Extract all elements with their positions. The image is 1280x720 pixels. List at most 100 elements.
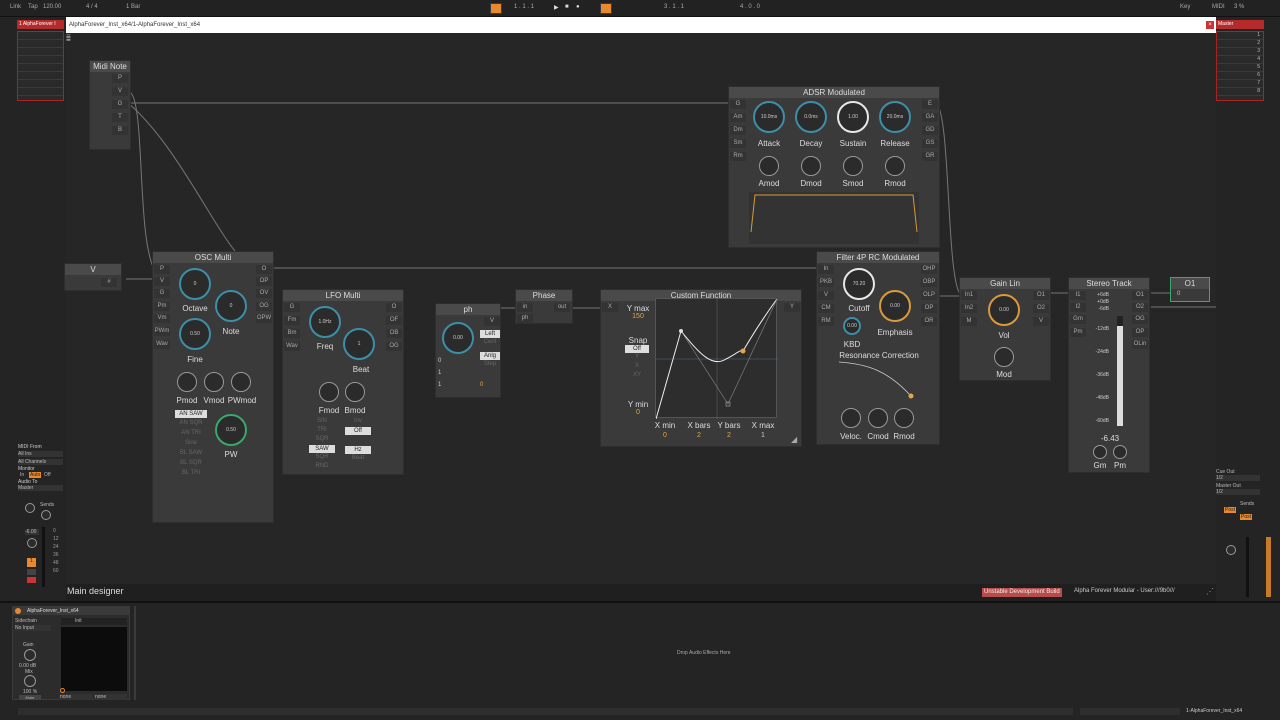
port-cm[interactable]: CM	[818, 304, 834, 313]
port-og[interactable]: OG	[386, 342, 402, 351]
xmax-value[interactable]: 1	[749, 432, 777, 439]
follow-button[interactable]	[490, 3, 502, 14]
monitor-in[interactable]: In	[20, 472, 24, 478]
port-bm[interactable]: Bm	[284, 329, 300, 338]
o1-output-module[interactable]: O1 0	[1170, 277, 1210, 302]
port-gm[interactable]: Gm	[1070, 315, 1086, 324]
port-p[interactable]: P	[112, 74, 128, 83]
modular-canvas[interactable]: ≡ ≡ Midi Note P V G T B V # OSC Multi P …	[64, 33, 1216, 601]
instrument-device[interactable]: AlphaForever_Inst_x64 Sidechain No Input…	[12, 606, 130, 700]
freq-knob[interactable]: 1.0Hz	[309, 306, 341, 338]
dir-left[interactable]: Left	[480, 330, 500, 338]
audio-to-select[interactable]: Master	[18, 485, 63, 491]
port-ga[interactable]: GA	[922, 113, 938, 122]
macro-select-a[interactable]: none	[59, 694, 92, 700]
port-pkb[interactable]: PKB	[818, 278, 834, 287]
solo-button[interactable]	[27, 569, 36, 575]
port-gs[interactable]: GS	[922, 139, 938, 148]
snap-x[interactable]: X	[625, 363, 649, 369]
stop-icon[interactable]: ■	[565, 4, 569, 10]
port-x[interactable]: X	[602, 303, 618, 312]
port-v[interactable]: V	[112, 87, 128, 96]
kbd-knob[interactable]: 0.00	[843, 317, 861, 335]
port-o2[interactable]: O2	[1132, 303, 1148, 312]
wave-sqr2[interactable]: SQR	[309, 454, 335, 460]
port-op[interactable]: OP	[256, 277, 272, 286]
port-wav[interactable]: Wav	[154, 340, 170, 349]
port-i1[interactable]: I1	[1070, 291, 1086, 300]
gain-knob[interactable]	[24, 649, 36, 661]
snap-y[interactable]: Y	[625, 354, 649, 360]
horizontal-scrollbar[interactable]	[18, 708, 1073, 715]
midi-channel-select[interactable]: All Channels	[18, 459, 63, 465]
level-fader[interactable]	[1117, 316, 1123, 426]
port-o2[interactable]: O2	[1033, 304, 1049, 313]
key-map-button[interactable]: Key	[1180, 4, 1190, 10]
tempo-field[interactable]: 120.00	[43, 4, 61, 10]
midi-from-select[interactable]: All Ins	[18, 451, 63, 457]
ph-knob[interactable]: 0.00	[442, 322, 474, 354]
device-title[interactable]: AlphaForever_Inst_x64	[13, 607, 129, 615]
port-o[interactable]: O	[386, 303, 402, 312]
wave-saw[interactable]: SAW	[309, 445, 335, 453]
port-in1[interactable]: In1	[961, 291, 977, 300]
port-ov[interactable]: OV	[256, 289, 272, 298]
fine-knob[interactable]: 0.50	[179, 318, 211, 350]
monitor-off[interactable]: Off	[44, 472, 51, 478]
port-op[interactable]: OP	[921, 304, 937, 313]
port-g[interactable]: G	[730, 100, 746, 109]
port-og[interactable]: OG	[256, 302, 272, 311]
attack-knob[interactable]: 10.0ms	[753, 101, 785, 133]
port-v[interactable]: V	[154, 277, 170, 286]
port-obp[interactable]: OBP	[921, 278, 937, 287]
amod-knob[interactable]	[759, 156, 779, 176]
loop-start-field[interactable]: 3 . 1 . 1	[664, 4, 684, 10]
port-pm[interactable]: Pm	[154, 302, 170, 311]
port-i2[interactable]: I2	[1070, 303, 1086, 312]
sidechain-select[interactable]: No Input	[15, 625, 51, 631]
filter-module[interactable]: Filter 4P RC Modulated In PKB V CM RM OH…	[816, 251, 940, 445]
loop-length-field[interactable]: 4 . 0 . 0	[740, 4, 760, 10]
function-graph[interactable]	[655, 298, 778, 420]
clip-slots[interactable]	[17, 31, 64, 101]
stereo-track-module[interactable]: Stereo Track I1 I2 Gm Pm O1 O2 OG OP OLi…	[1068, 277, 1150, 473]
resonance-curve[interactable]	[837, 360, 917, 404]
mix-knob[interactable]	[24, 675, 36, 687]
octave-knob[interactable]: 0	[179, 268, 211, 300]
wave-sin[interactable]: SIN	[309, 418, 335, 424]
port-out[interactable]: out	[554, 303, 570, 312]
mute-button[interactable]: Mute	[19, 695, 41, 700]
port-o1[interactable]: O1	[1033, 291, 1049, 300]
veloc-knob[interactable]	[841, 408, 861, 428]
volume-field[interactable]: -6.00	[25, 529, 39, 535]
record-icon[interactable]: ●	[576, 4, 580, 10]
port-or[interactable]: OR	[921, 317, 937, 326]
port-sm[interactable]: Sm	[730, 139, 746, 148]
port-g[interactable]: G	[284, 303, 300, 312]
monitor-auto[interactable]: Auto	[29, 472, 42, 478]
port-in[interactable]: in	[517, 303, 533, 312]
cutoff-knob[interactable]: 70.20	[843, 268, 875, 300]
wave-bl-saw[interactable]: BL SAW	[175, 450, 207, 456]
rmod-knob[interactable]	[885, 156, 905, 176]
unit-beat[interactable]: Beat	[345, 455, 371, 461]
ph-val-1[interactable]: 1	[438, 370, 441, 376]
rmod-knob[interactable]	[894, 408, 914, 428]
dir-cent[interactable]: Cent	[480, 339, 500, 345]
note-knob[interactable]: 0	[215, 290, 247, 322]
scene-slots[interactable]: 1 2 3 4 5 6 7 8	[1216, 31, 1264, 101]
vol-knob[interactable]: 0.00	[988, 294, 1020, 326]
pmod-knob[interactable]	[177, 372, 197, 392]
port-fm[interactable]: Fm	[284, 316, 300, 325]
master-title[interactable]: Master	[1216, 20, 1264, 29]
smod-knob[interactable]	[843, 156, 863, 176]
tap-button[interactable]: Tap	[28, 4, 38, 10]
wave-an-saw[interactable]: AN SAW	[175, 410, 207, 418]
mode-anlg[interactable]: Anlg	[480, 352, 500, 360]
resize-grip-icon[interactable]: ⋰	[1206, 587, 1214, 596]
ph-val-2[interactable]: 1	[438, 382, 441, 388]
link-button[interactable]: Link	[10, 4, 21, 10]
close-icon[interactable]: ×	[1206, 21, 1214, 29]
ybars-value[interactable]: 2	[715, 432, 743, 439]
pwmod-knob[interactable]	[231, 372, 251, 392]
